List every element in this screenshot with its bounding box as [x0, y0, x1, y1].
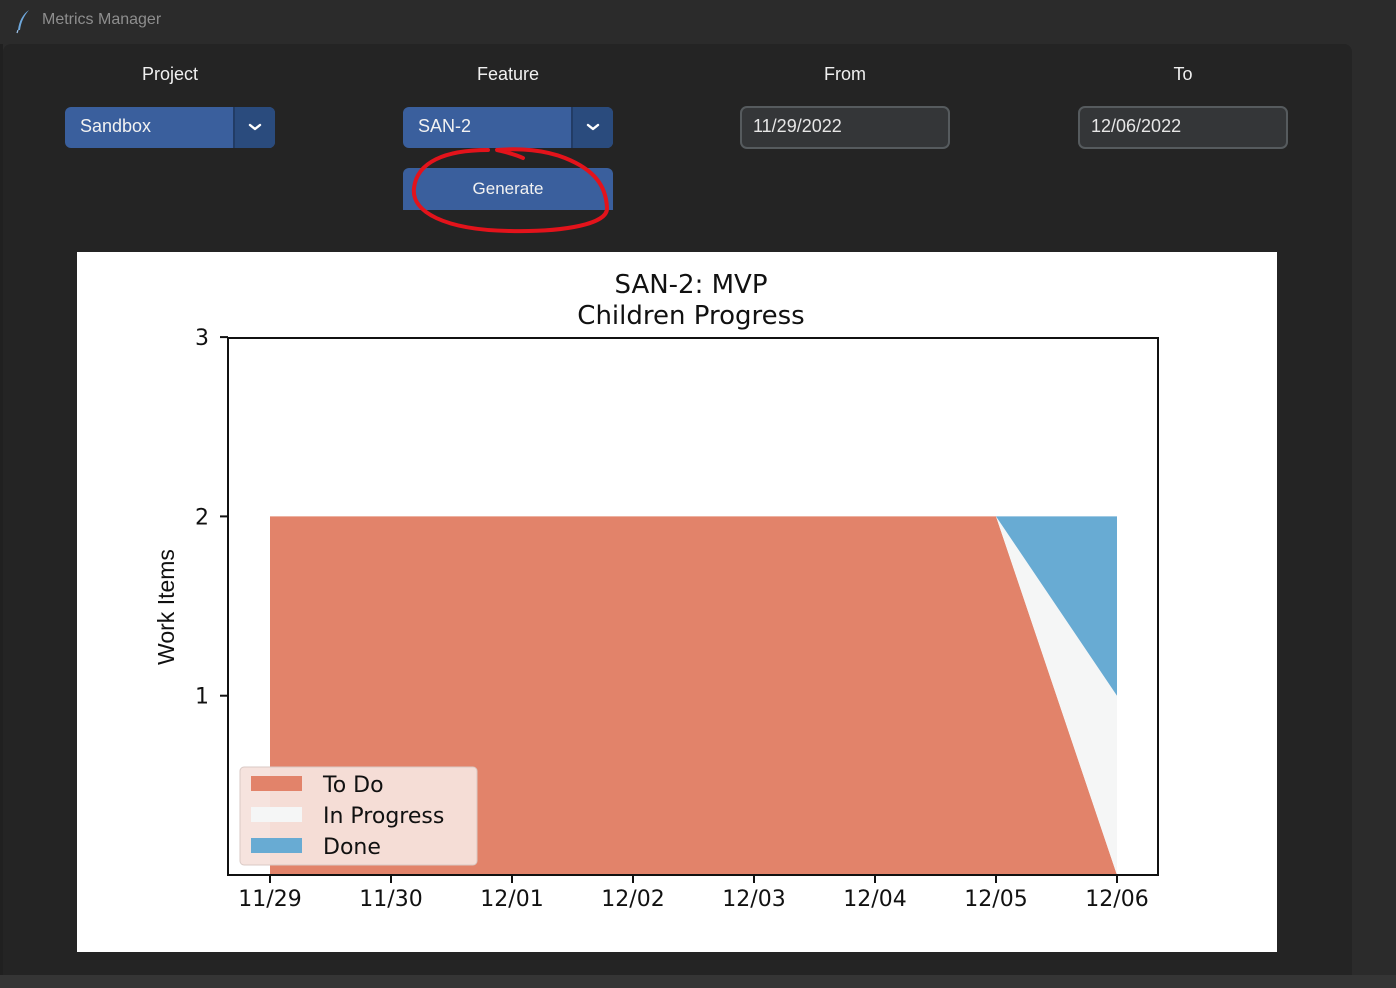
window-side-strip [1352, 44, 1396, 975]
y-tick-label: 2 [195, 505, 209, 530]
y-axis-label: Work Items [153, 549, 179, 665]
chart-title-line-1: SAN-2: MVP [614, 270, 767, 300]
feature-label: Feature [476, 64, 540, 84]
chevron-down-icon [248, 123, 262, 131]
legend-swatch [251, 776, 302, 791]
to-date-value: 12/06/2022 [1091, 116, 1182, 136]
title-bar: Metrics Manager [0, 0, 1396, 44]
to-date-input[interactable]: 12/06/2022 [1078, 106, 1288, 149]
x-axis: 11/29 11/30 12/01 12/02 12/03 12/04 12/05 12/06 [238, 875, 1149, 912]
legend-swatch [251, 838, 302, 853]
x-tick-label: 12/02 [601, 887, 664, 912]
from-date-value: 11/29/2022 [753, 116, 842, 136]
from-label: From [824, 64, 866, 84]
y-axis: 1 2 3 [195, 326, 228, 710]
x-tick-label: 11/29 [238, 887, 301, 912]
generate-button[interactable]: Generate [403, 168, 613, 210]
window-title: Metrics Manager [42, 11, 162, 28]
project-select[interactable]: Sandbox [65, 107, 275, 148]
project-label: Project [141, 64, 199, 84]
x-tick-label: 12/04 [843, 887, 906, 912]
chart-legend: To Do In Progress Done [239, 766, 478, 866]
x-tick-label: 12/01 [480, 887, 543, 912]
to-label: To [1173, 64, 1193, 84]
project-dropdown-button[interactable] [233, 107, 275, 148]
feature-select[interactable]: SAN-2 [403, 107, 613, 148]
feather-icon [16, 10, 29, 34]
chevron-down-icon [586, 123, 600, 131]
legend-label: To Do [322, 773, 384, 798]
x-tick-label: 12/05 [964, 887, 1027, 912]
feature-dropdown-button[interactable] [571, 107, 613, 148]
project-select-value: Sandbox [80, 116, 152, 136]
progress-chart: SAN-2: MVP Children Progress 123 11/29 11… [153, 270, 1159, 912]
x-tick-label: 12/03 [722, 887, 785, 912]
bottom-bar [0, 975, 1396, 988]
y-tick-label: 1 [195, 685, 209, 710]
chart-panel: SAN-2: MVP Children Progress 123 11/29 11… [77, 252, 1277, 952]
x-tick-label: 11/30 [359, 887, 422, 912]
legend-label: In Progress [323, 804, 444, 829]
y-tick-label: 3 [195, 326, 209, 351]
chart-title-line-2: Children Progress [577, 301, 804, 331]
legend-swatch [251, 807, 302, 822]
legend-label: Done [323, 835, 381, 860]
feature-select-value: SAN-2 [418, 116, 472, 136]
x-tick-label: 12/06 [1085, 887, 1148, 912]
from-date-input[interactable]: 11/29/2022 [740, 106, 950, 149]
